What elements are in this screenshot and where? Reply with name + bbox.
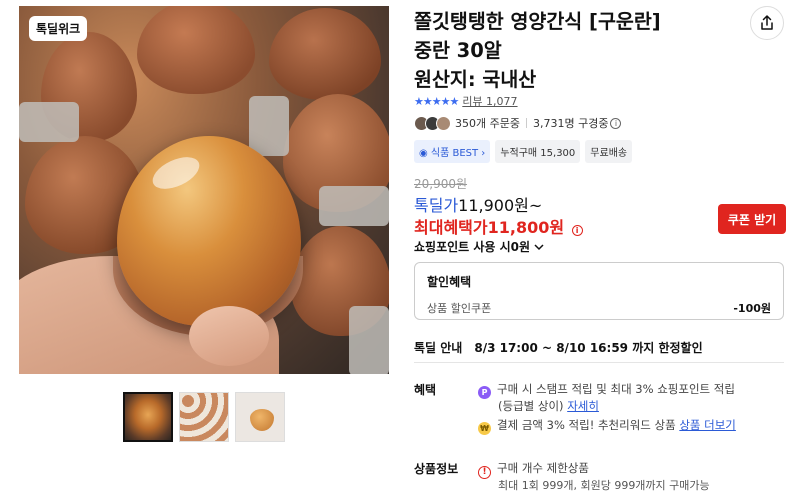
deal-info-label: 톡딜 안내 (414, 341, 463, 355)
deal-info-period: 8/3 17:00 ~ 8/10 16:59 까지 한정할인 (474, 341, 703, 355)
thumbnail-strip (123, 392, 285, 442)
egg-image-part (137, 6, 255, 94)
rating-row: ★★★★★ 리뷰 1,077 (414, 93, 518, 109)
avatar-group (414, 115, 451, 131)
discount-box: 할인혜택 상품 할인쿠폰 -100원 (414, 262, 784, 320)
discount-label: 상품 할인쿠폰 (427, 302, 492, 315)
deal-price-value: 11,900원~ (458, 196, 543, 215)
share-icon (761, 15, 773, 30)
purchase-limit: ! 구매 개수 제한상품 (478, 460, 589, 479)
tag-best[interactable]: ◉ 식품 BEST › (414, 140, 491, 163)
thumb-image-part (189, 306, 269, 366)
orders-count: 350개 주문중 (455, 117, 520, 130)
avatar (436, 115, 451, 131)
info-icon[interactable]: i (571, 225, 583, 236)
point-use-label: 쇼핑포인트 사용 시0원 (414, 240, 531, 254)
point-icon: P (478, 386, 491, 399)
get-coupon-button[interactable]: 쿠폰 받기 (718, 204, 786, 234)
benefit-label: 혜택 (414, 383, 437, 397)
divider (525, 118, 527, 128)
divider (414, 362, 784, 363)
product-main-image[interactable]: 톡딜위크 (19, 6, 389, 374)
original-price: 20,900원 (414, 177, 468, 191)
benefit-line-3: ₩ 결제 금액 3% 적립! 추천리워드 상품 상품 더보기 (478, 417, 736, 435)
chevron-down-icon (534, 244, 544, 251)
egg-image-part (269, 8, 381, 100)
peeled-egg-image-part (117, 136, 301, 326)
tag-list: ◉ 식품 BEST › 누적구매 15,300 무료배송 (414, 140, 633, 163)
discount-title: 할인혜택 (427, 275, 472, 289)
product-info-label: 상품정보 (414, 462, 459, 476)
thumbnail-2[interactable] (179, 392, 229, 442)
review-link[interactable]: 리뷰 1,077 (462, 93, 517, 109)
warning-icon: ! (478, 465, 491, 479)
discount-amount: -100원 (733, 302, 771, 315)
point-use-toggle[interactable]: 쇼핑포인트 사용 시0원 (414, 238, 544, 255)
max-benefit-price: 최대혜택가11,800원 i (414, 214, 583, 238)
promo-badge: 톡딜위크 (29, 16, 88, 41)
benefit-line-1: P 구매 시 스탬프 적립 및 최대 3% 쇼핑포인트 적립 (478, 381, 735, 399)
reward-icon: ₩ (478, 422, 491, 435)
product-title: 쫄깃탱탱한 영양간식 [구운란] 중란 30알 원산지: 국내산 (414, 10, 661, 91)
viewers-count: 3,731명 구경중 (532, 117, 609, 130)
max-price-value: 11,800원 (487, 218, 565, 237)
share-button[interactable] (750, 6, 784, 40)
activity-stats: 350개 주문중 3,731명 구경중 i (414, 115, 622, 131)
purchase-limit-detail: 최대 1회 999개, 회원당 999개까지 구매가능 (498, 479, 710, 492)
more-products-link[interactable]: 상품 더보기 (679, 418, 736, 432)
deal-info: 톡딜 안내 8/3 17:00 ~ 8/10 16:59 까지 한정할인 (414, 339, 703, 356)
star-rating: ★★★★★ (414, 94, 459, 108)
thumbnail-3[interactable] (235, 392, 285, 442)
tray-image-part (319, 186, 389, 226)
tray-image-part (19, 102, 79, 142)
max-price-label: 최대혜택가 (414, 218, 488, 237)
tag-free-shipping: 무료배송 (585, 140, 633, 163)
tag-cumulative: 누적구매 15,300 (495, 140, 581, 163)
deal-price-label: 톡딜가 (414, 196, 459, 215)
benefit-line-2: (등급별 상이) 자세히 (498, 399, 599, 413)
details-link[interactable]: 자세히 (567, 399, 599, 413)
deal-price: 톡딜가11,900원~ (414, 192, 542, 216)
discount-row: 상품 할인쿠폰 -100원 (427, 300, 771, 316)
tray-image-part (349, 306, 389, 374)
thumbnail-1[interactable] (123, 392, 173, 442)
info-icon[interactable]: i (610, 117, 622, 129)
tray-image-part (249, 96, 289, 156)
